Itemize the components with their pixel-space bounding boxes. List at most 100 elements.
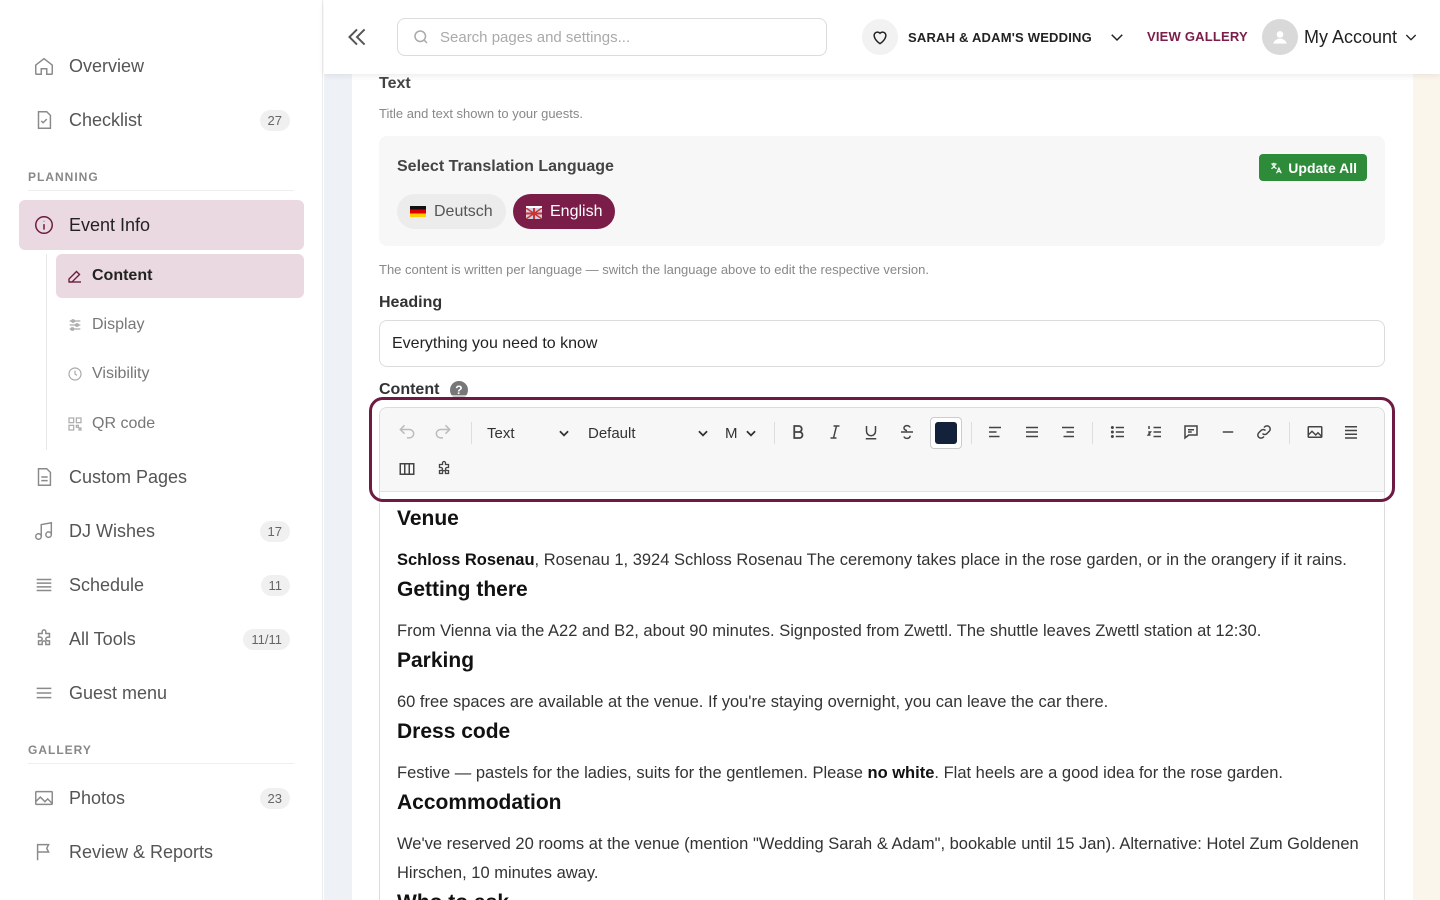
count-badge: 27 xyxy=(259,109,290,131)
sidebar-item-label: All Tools xyxy=(69,628,136,649)
sidebar-item-review-reports[interactable]: Review & Reports xyxy=(19,827,304,877)
flag-icon xyxy=(33,841,55,863)
sidebar-item-label: Photos xyxy=(69,787,126,808)
sidebar-item-schedule[interactable]: Schedule 11 xyxy=(19,560,304,610)
qr-icon xyxy=(66,415,84,433)
content-paragraph: From Vienna via the A22 and B2, about 90… xyxy=(397,622,1262,640)
language-pill-english[interactable]: English xyxy=(513,194,616,229)
wedding-name: SARAH & ADAM'S WEDDING xyxy=(908,29,1092,45)
sidebar-item-guest-menu[interactable]: Guest menu xyxy=(19,668,304,718)
translation-language-box: Select Translation Language Update All D… xyxy=(379,136,1385,246)
sidebar-subitem-content[interactable]: Content xyxy=(56,254,304,298)
paragraph-text: . Flat heels are a good idea for the ros… xyxy=(934,764,1283,782)
sidebar: Overview Checklist 27 PLANNING Event Inf… xyxy=(0,0,323,900)
checklist-icon xyxy=(33,109,55,131)
content-heading: Who to ask xyxy=(397,888,1367,900)
page-icon xyxy=(33,466,55,488)
section-description: Title and text shown to your guests. xyxy=(379,106,584,121)
content-heading: Parking xyxy=(397,649,475,672)
home-icon xyxy=(33,55,55,77)
translation-title: Select Translation Language xyxy=(397,158,614,175)
sidebar-item-label: Checklist xyxy=(69,109,143,130)
info-icon xyxy=(33,214,55,236)
editor-content[interactable]: Venue Schloss Rosenau, Rosenau 1, 3924 S… xyxy=(397,504,1367,900)
sidebar-item-label: Event Info xyxy=(69,214,151,235)
bold-text: Schloss Rosenau xyxy=(397,551,535,569)
count-badge: 11 xyxy=(260,574,290,596)
count-badge: 17 xyxy=(259,520,290,542)
sidebar-item-label: Review & Reports xyxy=(69,841,214,862)
sidebar-item-label: Overview xyxy=(69,55,145,76)
sidebar-item-event-info[interactable]: Event Info xyxy=(19,200,304,250)
section-label-gallery: GALLERY xyxy=(28,743,92,757)
content-heading: Venue xyxy=(397,507,459,530)
submenu-rail xyxy=(46,254,47,450)
sidebar-item-label: Custom Pages xyxy=(69,466,188,487)
sidebar-subitem-label: Visibility xyxy=(92,365,150,382)
heading-value: Everything you need to know xyxy=(392,334,598,352)
heart-icon xyxy=(862,19,898,55)
account-label: My Account xyxy=(1304,26,1398,47)
sidebar-subitem-label: QR code xyxy=(92,415,156,432)
sidebar-subitem-display[interactable]: Display xyxy=(56,303,304,347)
search-input[interactable]: Search pages and settings... xyxy=(397,18,827,56)
divider xyxy=(28,190,294,191)
menu-icon xyxy=(33,682,55,704)
content-heading: Accommodation xyxy=(397,791,562,814)
sidebar-subitem-visibility[interactable]: Visibility xyxy=(56,352,304,396)
sidebar-subitem-qr-code[interactable]: QR code xyxy=(56,402,304,446)
sidebar-item-custom-pages[interactable]: Custom Pages xyxy=(19,452,304,502)
heading-input[interactable]: Everything you need to know xyxy=(379,320,1385,367)
sliders-icon xyxy=(66,316,84,334)
edit-icon xyxy=(66,267,84,285)
uk-flag-icon xyxy=(525,206,543,220)
sidebar-subitem-label: Display xyxy=(92,316,145,333)
content-paragraph: 60 free spaces are available at the venu… xyxy=(397,693,1109,711)
german-flag-icon xyxy=(410,206,426,217)
update-all-label: Update All xyxy=(1288,159,1357,176)
content-paragraph: We've reserved 20 rooms at the venue (me… xyxy=(397,835,1359,882)
chevron-down-icon xyxy=(1403,29,1419,45)
chevron-down-icon xyxy=(1108,28,1126,46)
account-menu[interactable]: My Account xyxy=(1262,18,1419,56)
language-label: English xyxy=(550,202,603,220)
paragraph-text: Festive — pastels for the ladies, suits … xyxy=(397,764,868,782)
language-label: Deutsch xyxy=(434,202,493,220)
bold-text: no white xyxy=(867,764,935,782)
paragraph-text: , Rosenau 1, 3924 Schloss Rosenau The ce… xyxy=(534,551,1347,569)
puzzle-icon xyxy=(33,628,55,650)
sidebar-item-checklist[interactable]: Checklist 27 xyxy=(19,95,304,145)
sidebar-item-label: Schedule xyxy=(69,574,145,595)
count-badge: 11/11 xyxy=(243,628,290,650)
sidebar-item-dj-wishes[interactable]: DJ Wishes 17 xyxy=(19,506,304,556)
language-pill-deutsch[interactable]: Deutsch xyxy=(397,194,506,229)
heading-label: Heading xyxy=(379,294,443,311)
schedule-icon xyxy=(33,574,55,596)
view-gallery-link[interactable]: VIEW GALLERY xyxy=(1147,29,1248,44)
topbar: Search pages and settings... SARAH & ADA… xyxy=(324,0,1440,74)
toolbar-highlight-ring xyxy=(369,397,1395,502)
search-icon xyxy=(412,28,430,46)
content-paragraph: Festive — pastels for the ladies, suits … xyxy=(397,759,1367,788)
content-label: Content xyxy=(379,381,440,399)
translate-icon xyxy=(1269,161,1283,175)
content-heading: Dress code xyxy=(397,720,511,743)
search-placeholder: Search pages and settings... xyxy=(440,28,631,46)
collapse-sidebar-icon[interactable] xyxy=(344,24,370,50)
sidebar-item-label: Guest menu xyxy=(69,682,168,703)
section-title: Text xyxy=(379,75,411,92)
divider xyxy=(28,763,294,764)
sidebar-item-overview[interactable]: Overview xyxy=(19,41,304,91)
section-label-planning: PLANNING xyxy=(28,170,99,184)
sidebar-subitem-label: Content xyxy=(92,267,153,284)
update-all-button[interactable]: Update All xyxy=(1259,154,1367,181)
music-icon xyxy=(33,520,55,542)
sidebar-item-all-tools[interactable]: All Tools 11/11 xyxy=(19,614,304,664)
language-hint: The content is written per language — sw… xyxy=(379,262,929,277)
wedding-selector[interactable]: SARAH & ADAM'S WEDDING xyxy=(862,18,1126,56)
avatar xyxy=(1262,19,1298,55)
content-heading: Getting there xyxy=(397,578,528,601)
photo-icon xyxy=(33,787,55,809)
sidebar-item-photos[interactable]: Photos 23 xyxy=(19,773,304,823)
clock-icon xyxy=(66,365,84,383)
